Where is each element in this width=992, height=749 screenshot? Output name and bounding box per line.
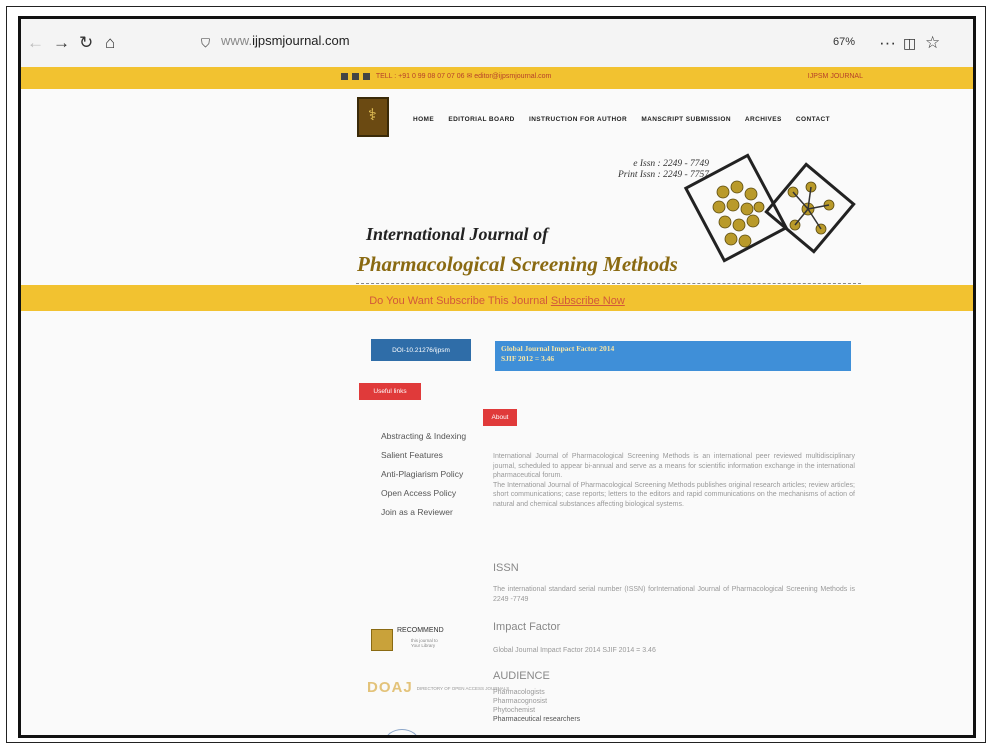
recommend-sub2: Your Library xyxy=(411,643,436,648)
about-paragraph-1: International Journal of Pharmacological… xyxy=(493,453,855,479)
forward-icon[interactable]: → xyxy=(53,33,70,53)
twitter-icon[interactable] xyxy=(352,72,359,80)
main-nav: HOME EDITORIAL BOARD INSTRUCTION FOR AUT… xyxy=(413,116,842,123)
books-icon xyxy=(371,629,393,651)
impact-factor-box: Global Journal Impact Factor 2014 SJIF 2… xyxy=(495,341,851,371)
recommend-banner[interactable]: RECOMMEND this journal to Your Library xyxy=(371,621,461,661)
browser-toolbar: ← → ↻ ⌂ ⛉ www.ijpsmjournal.com 67% ··· ◫… xyxy=(21,19,973,67)
caduceus-icon: ⚕ xyxy=(368,107,377,124)
audience-heading: AUDIENCE xyxy=(493,670,550,682)
url-bar[interactable]: www.ijpsmjournal.com xyxy=(221,33,350,48)
contact-info: TELL : +91 0 99 08 07 07 06 ✉ editor@ijp… xyxy=(341,72,551,80)
audience-item: Phytochemist xyxy=(493,707,536,714)
nav-instruction-for-author[interactable]: INSTRUCTION FOR AUTHOR xyxy=(529,116,627,123)
subscribe-text: Do You Want Subscribe This Journal xyxy=(369,295,548,307)
url-prefix: www. xyxy=(221,33,253,48)
subscribe-now-link[interactable]: Subscribe Now xyxy=(551,295,625,307)
sidebar-item-abstracting-indexing[interactable]: Abstracting & Indexing xyxy=(381,431,471,442)
audience-item: Pharmaceutical researchers xyxy=(493,716,581,723)
doaj-mark: DOAJ xyxy=(367,679,413,696)
molecule-illustration xyxy=(683,153,856,263)
recommend-title: RECOMMEND xyxy=(397,627,444,634)
browser-window: ← → ↻ ⌂ ⛉ www.ijpsmjournal.com 67% ··· ◫… xyxy=(18,16,976,738)
nav-manuscript-submission[interactable]: MANSCRIPT SUBMISSION xyxy=(641,116,731,123)
badge-icon[interactable] xyxy=(385,729,419,735)
contact-text: TELL : +91 0 99 08 07 07 06 ✉ editor@ijp… xyxy=(375,73,552,80)
facebook-icon[interactable] xyxy=(341,72,348,80)
sidebar-item-salient-features[interactable]: Salient Features xyxy=(381,450,471,461)
audience-item: Pharmacognosist xyxy=(493,698,548,705)
subscribe-banner: Do You Want Subscribe This Journal Subsc… xyxy=(21,295,973,307)
recommend-subtitle: this journal to Your Library xyxy=(411,638,438,648)
impact-line2: SJIF 2012 = 3.46 xyxy=(501,354,555,363)
more-icon[interactable]: ··· xyxy=(879,33,896,53)
sidebar-item-open-access[interactable]: Open Access Policy xyxy=(381,488,471,499)
zoom-level[interactable]: 67% xyxy=(833,36,855,48)
nav-editorial-board[interactable]: EDITORIAL BOARD xyxy=(448,116,514,123)
nav-archives[interactable]: ARCHIVES xyxy=(745,116,782,123)
nav-contact[interactable]: CONTACT xyxy=(796,116,830,123)
nav-home[interactable]: HOME xyxy=(413,116,434,123)
audience-list: Pharmacologists Pharmacognosist Phytoche… xyxy=(493,688,580,724)
impact-text: Global Journal Impact Factor 2014 SJIF 2… xyxy=(493,647,656,654)
doaj-logo[interactable]: DOAJ DIRECTORY OF OPEN ACCESS JOURNALS xyxy=(367,679,509,696)
sidebar-item-anti-plagiarism[interactable]: Anti-Plagiarism Policy xyxy=(381,469,471,480)
about-text: International Journal of Pharmacological… xyxy=(493,452,855,509)
audience-item: Pharmacologists xyxy=(493,689,545,696)
shield-icon[interactable]: ⛉ xyxy=(201,36,210,51)
url-domain: ijpsmjournal.com xyxy=(252,33,350,48)
top-contact-bar: TELL : +91 0 99 08 07 07 06 ✉ editor@ijp… xyxy=(21,67,973,89)
bookmark-star-icon[interactable]: ☆ xyxy=(925,33,940,53)
doi-button[interactable]: DOI-10.21276/ijpsm xyxy=(371,339,471,361)
about-paragraph-2: The International Journal of Pharmacolog… xyxy=(493,481,855,508)
useful-links-button[interactable]: Useful links xyxy=(359,383,421,400)
topbar-brand: IJPSM JOURNAL xyxy=(807,73,863,80)
back-icon[interactable]: ← xyxy=(27,33,44,53)
reload-icon[interactable]: ↻ xyxy=(79,33,93,53)
journal-title-line1: International Journal of xyxy=(366,224,549,244)
sidebar-item-join-reviewer[interactable]: Join as a Reviewer xyxy=(381,507,471,518)
issn-heading: ISSN xyxy=(493,562,519,574)
issn-text: The international standard serial number… xyxy=(493,586,855,603)
impact-heading: Impact Factor xyxy=(493,621,561,633)
about-button[interactable]: About xyxy=(483,409,517,426)
impact-line1: Global Journal Impact Factor 2014 xyxy=(501,344,615,353)
home-icon[interactable]: ⌂ xyxy=(105,33,115,53)
header-divider xyxy=(356,283,861,284)
linkedin-icon[interactable] xyxy=(363,72,370,80)
pocket-icon[interactable]: ◫ xyxy=(903,35,916,52)
journal-logo[interactable]: ⚕ xyxy=(357,97,389,137)
journal-title-line2: Pharmacological Screening Methods xyxy=(357,252,678,276)
sidebar-links: Abstracting & Indexing Salient Features … xyxy=(381,431,471,526)
